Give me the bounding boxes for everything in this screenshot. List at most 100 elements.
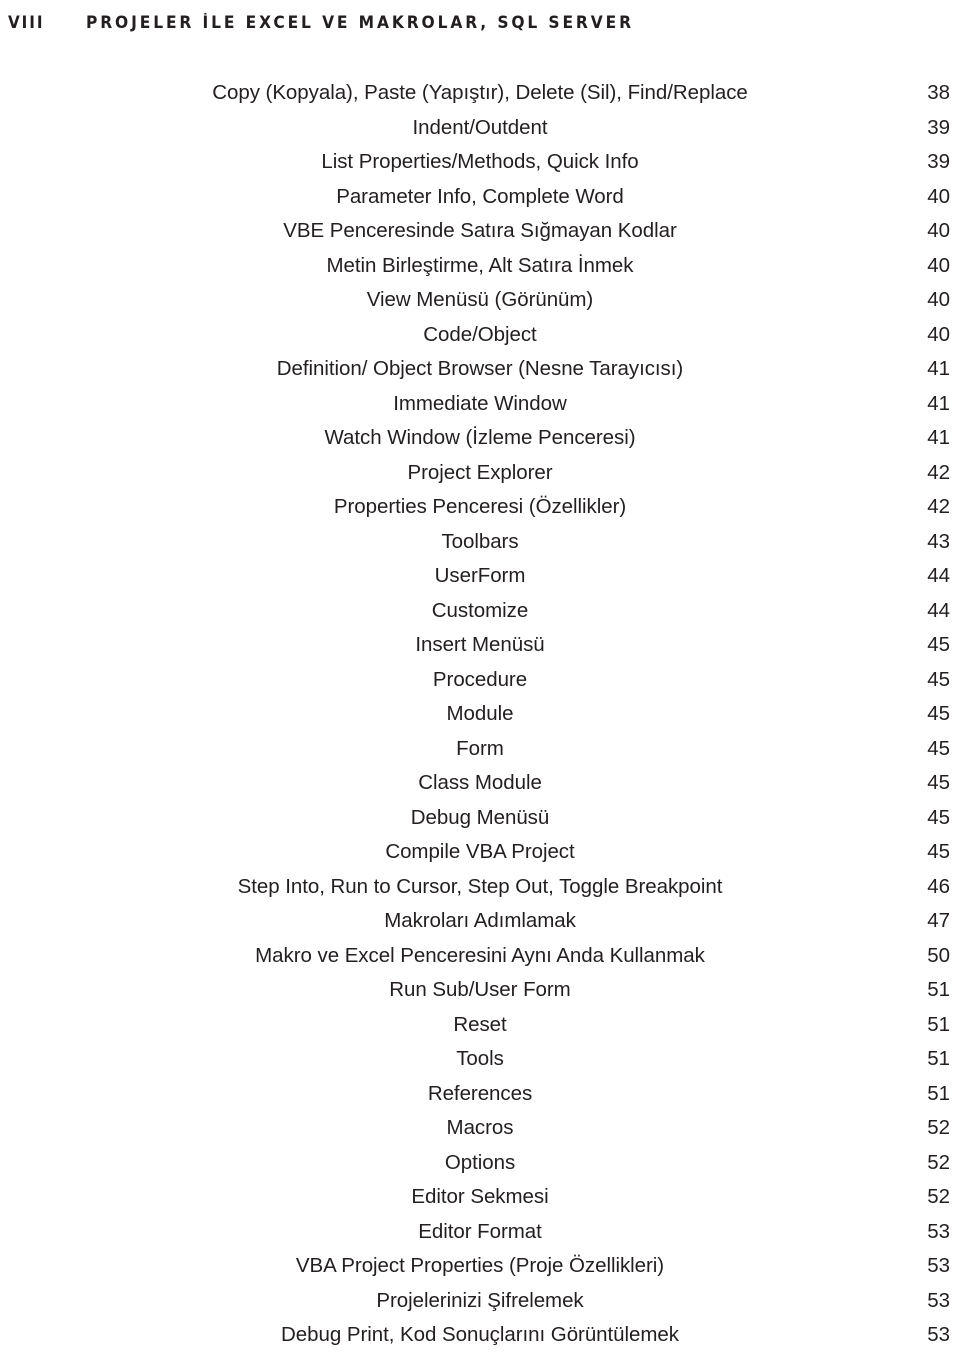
toc-entry-title: Code/Object <box>423 322 537 346</box>
toc-entry-page-number: 53 <box>927 1323 950 1346</box>
toc-entry-page-number: 51 <box>927 1047 950 1070</box>
toc-entry-title: Editor Sekmesi <box>411 1185 549 1208</box>
toc-entry-title: Indent/Outdent <box>412 115 548 139</box>
toc-entry-page-number: 51 <box>927 1012 950 1036</box>
toc-entry[interactable]: List Properties/Methods, Quick Info 39 <box>0 145 960 180</box>
toc-entry-title: Makroları Adımlamak <box>384 909 576 932</box>
toc-entry-title: Debug Print, Kod Sonuçlarını Görüntüleme… <box>281 1323 679 1346</box>
toc-entry-title: Immediate Window <box>393 391 567 415</box>
toc-entry-title: VBA Project Properties (Proje Özellikler… <box>295 1254 665 1277</box>
toc-entry[interactable]: Code/Object 40 <box>0 318 960 353</box>
toc-entry[interactable]: Watch Window (İzleme Penceresi) 41 <box>0 421 960 456</box>
toc-entry-page-number: 40 <box>927 322 950 346</box>
toc-entry-page-number: 52 <box>927 1116 950 1139</box>
toc-entry[interactable]: Projelerinizi Şifrelemek 53 <box>0 1284 960 1319</box>
toc-entry[interactable]: Module 45 <box>0 697 960 732</box>
toc-entry-page-number: 41 <box>927 391 950 415</box>
toc-entry[interactable]: Options 52 <box>0 1146 960 1181</box>
toc-entry-title: VBE Penceresinde Satıra Sığmayan Kodlar <box>283 219 677 242</box>
toc-entry[interactable]: Debug Menüsü 45 <box>0 801 960 836</box>
toc-entry-title: Definition/ Object Browser (Nesne Tarayı… <box>276 357 684 380</box>
toc-entry-title: Customize <box>431 598 529 622</box>
table-of-contents: Copy (Kopyala), Paste (Yapıştır), Delete… <box>0 76 960 1353</box>
toc-entry-title: Compile VBA Project <box>385 840 575 863</box>
toc-entry[interactable]: Class Module 45 <box>0 766 960 801</box>
toc-entry[interactable]: Form 45 <box>0 732 960 767</box>
toc-entry[interactable]: Procedure 45 <box>0 663 960 698</box>
toc-entry[interactable]: Editor Sekmesi 52 <box>0 1180 960 1215</box>
toc-entry-page-number: 39 <box>927 150 950 173</box>
toc-entry-title: Toolbars <box>441 529 519 553</box>
toc-entry[interactable]: Immediate Window 41 <box>0 387 960 422</box>
toc-entry[interactable]: Step Into, Run to Cursor, Step Out, Togg… <box>0 870 960 905</box>
toc-entry-page-number: 45 <box>927 702 950 725</box>
toc-entry[interactable]: Editor Format 53 <box>0 1215 960 1250</box>
toc-entry-title: Tools <box>456 1047 504 1070</box>
toc-entry[interactable]: Macros 52 <box>0 1111 960 1146</box>
toc-entry-page-number: 51 <box>927 978 950 1001</box>
toc-entry-page-number: 50 <box>927 943 950 967</box>
toc-entry-page-number: 44 <box>927 598 950 622</box>
toc-entry[interactable]: Customize 44 <box>0 594 960 629</box>
toc-entry[interactable]: UserForm 44 <box>0 559 960 594</box>
toc-entry-page-number: 42 <box>927 460 950 484</box>
running-header: VIII PROJELER İLE EXCEL VE MAKROLAR, SQL… <box>0 0 960 44</box>
toc-entry[interactable]: Makro ve Excel Penceresini Aynı Anda Kul… <box>0 939 960 974</box>
toc-entry-title: Procedure <box>432 667 528 691</box>
toc-entry[interactable]: Run Sub/User Form 51 <box>0 973 960 1008</box>
toc-entry-title: Insert Menüsü <box>415 633 545 656</box>
toc-entry-title: Parameter Info, Complete Word <box>336 184 624 208</box>
toc-entry-title: Makro ve Excel Penceresini Aynı Anda Kul… <box>255 943 705 967</box>
toc-entry[interactable]: VBE Penceresinde Satıra Sığmayan Kodlar 4… <box>0 214 960 249</box>
toc-entry[interactable]: Debug Print, Kod Sonuçlarını Görüntüleme… <box>0 1318 960 1353</box>
toc-entry[interactable]: Project Explorer 42 <box>0 456 960 491</box>
toc-entry-title: Step Into, Run to Cursor, Step Out, Togg… <box>237 874 723 898</box>
toc-entry-page-number: 40 <box>927 288 950 311</box>
toc-entry[interactable]: Compile VBA Project 45 <box>0 835 960 870</box>
toc-entry-title: Project Explorer <box>407 460 553 484</box>
toc-entry-title: UserForm <box>434 564 526 587</box>
toc-entry-title: Module <box>446 702 514 725</box>
toc-entry-page-number: 38 <box>927 81 950 104</box>
toc-entry[interactable]: Definition/ Object Browser (Nesne Tarayı… <box>0 352 960 387</box>
toc-entry[interactable]: Parameter Info, Complete Word 40 <box>0 180 960 215</box>
toc-entry[interactable]: Properties Penceresi (Özellikler) 42 <box>0 490 960 525</box>
toc-entry-title: Options <box>444 1150 516 1174</box>
toc-entry-title: Debug Menüsü <box>410 805 550 829</box>
toc-entry-page-number: 45 <box>927 840 950 863</box>
toc-entry[interactable]: Insert Menüsü 45 <box>0 628 960 663</box>
toc-entry-page-number: 39 <box>927 115 950 139</box>
toc-entry[interactable]: Metin Birleştirme, Alt Satıra İnmek 40 <box>0 249 960 284</box>
toc-entry-title: View Menüsü (Görünüm) <box>366 288 594 311</box>
toc-entry-title: Editor Format <box>418 1219 542 1243</box>
toc-entry-page-number: 42 <box>927 495 950 518</box>
toc-entry[interactable]: Indent/Outdent 39 <box>0 111 960 146</box>
toc-entry-page-number: 45 <box>927 771 950 794</box>
running-title: PROJELER İLE EXCEL VE MAKROLAR, SQL SERV… <box>85 12 634 32</box>
toc-entry-page-number: 43 <box>927 529 950 553</box>
toc-entry-page-number: 45 <box>927 736 950 760</box>
toc-entry-page-number: 41 <box>927 426 950 449</box>
toc-entry[interactable]: Makroları Adımlamak 47 <box>0 904 960 939</box>
toc-entry-title: Watch Window (İzleme Penceresi) <box>324 426 636 449</box>
toc-entry-page-number: 45 <box>927 667 950 691</box>
toc-entry-title: Run Sub/User Form <box>389 978 571 1001</box>
toc-entry[interactable]: References 51 <box>0 1077 960 1112</box>
toc-entry-page-number: 47 <box>927 909 950 932</box>
toc-entry-title: List Properties/Methods, Quick Info <box>321 150 639 173</box>
toc-entry-title: Metin Birleştirme, Alt Satıra İnmek <box>326 253 634 277</box>
page-folio: VIII <box>8 12 45 32</box>
toc-entry[interactable]: Reset 51 <box>0 1008 960 1043</box>
toc-entry-page-number: 53 <box>927 1219 950 1243</box>
toc-entry[interactable]: Copy (Kopyala), Paste (Yapıştır), Delete… <box>0 76 960 111</box>
toc-entry-page-number: 40 <box>927 184 950 208</box>
toc-entry-page-number: 41 <box>927 357 950 380</box>
toc-entry[interactable]: VBA Project Properties (Proje Özellikler… <box>0 1249 960 1284</box>
toc-entry-page-number: 44 <box>927 564 950 587</box>
toc-entry-page-number: 52 <box>927 1185 950 1208</box>
toc-entry-title: Macros <box>446 1116 514 1139</box>
toc-entry[interactable]: Tools 51 <box>0 1042 960 1077</box>
toc-entry-page-number: 53 <box>927 1288 950 1312</box>
toc-entry[interactable]: View Menüsü (Görünüm) 40 <box>0 283 960 318</box>
toc-entry[interactable]: Toolbars 43 <box>0 525 960 560</box>
